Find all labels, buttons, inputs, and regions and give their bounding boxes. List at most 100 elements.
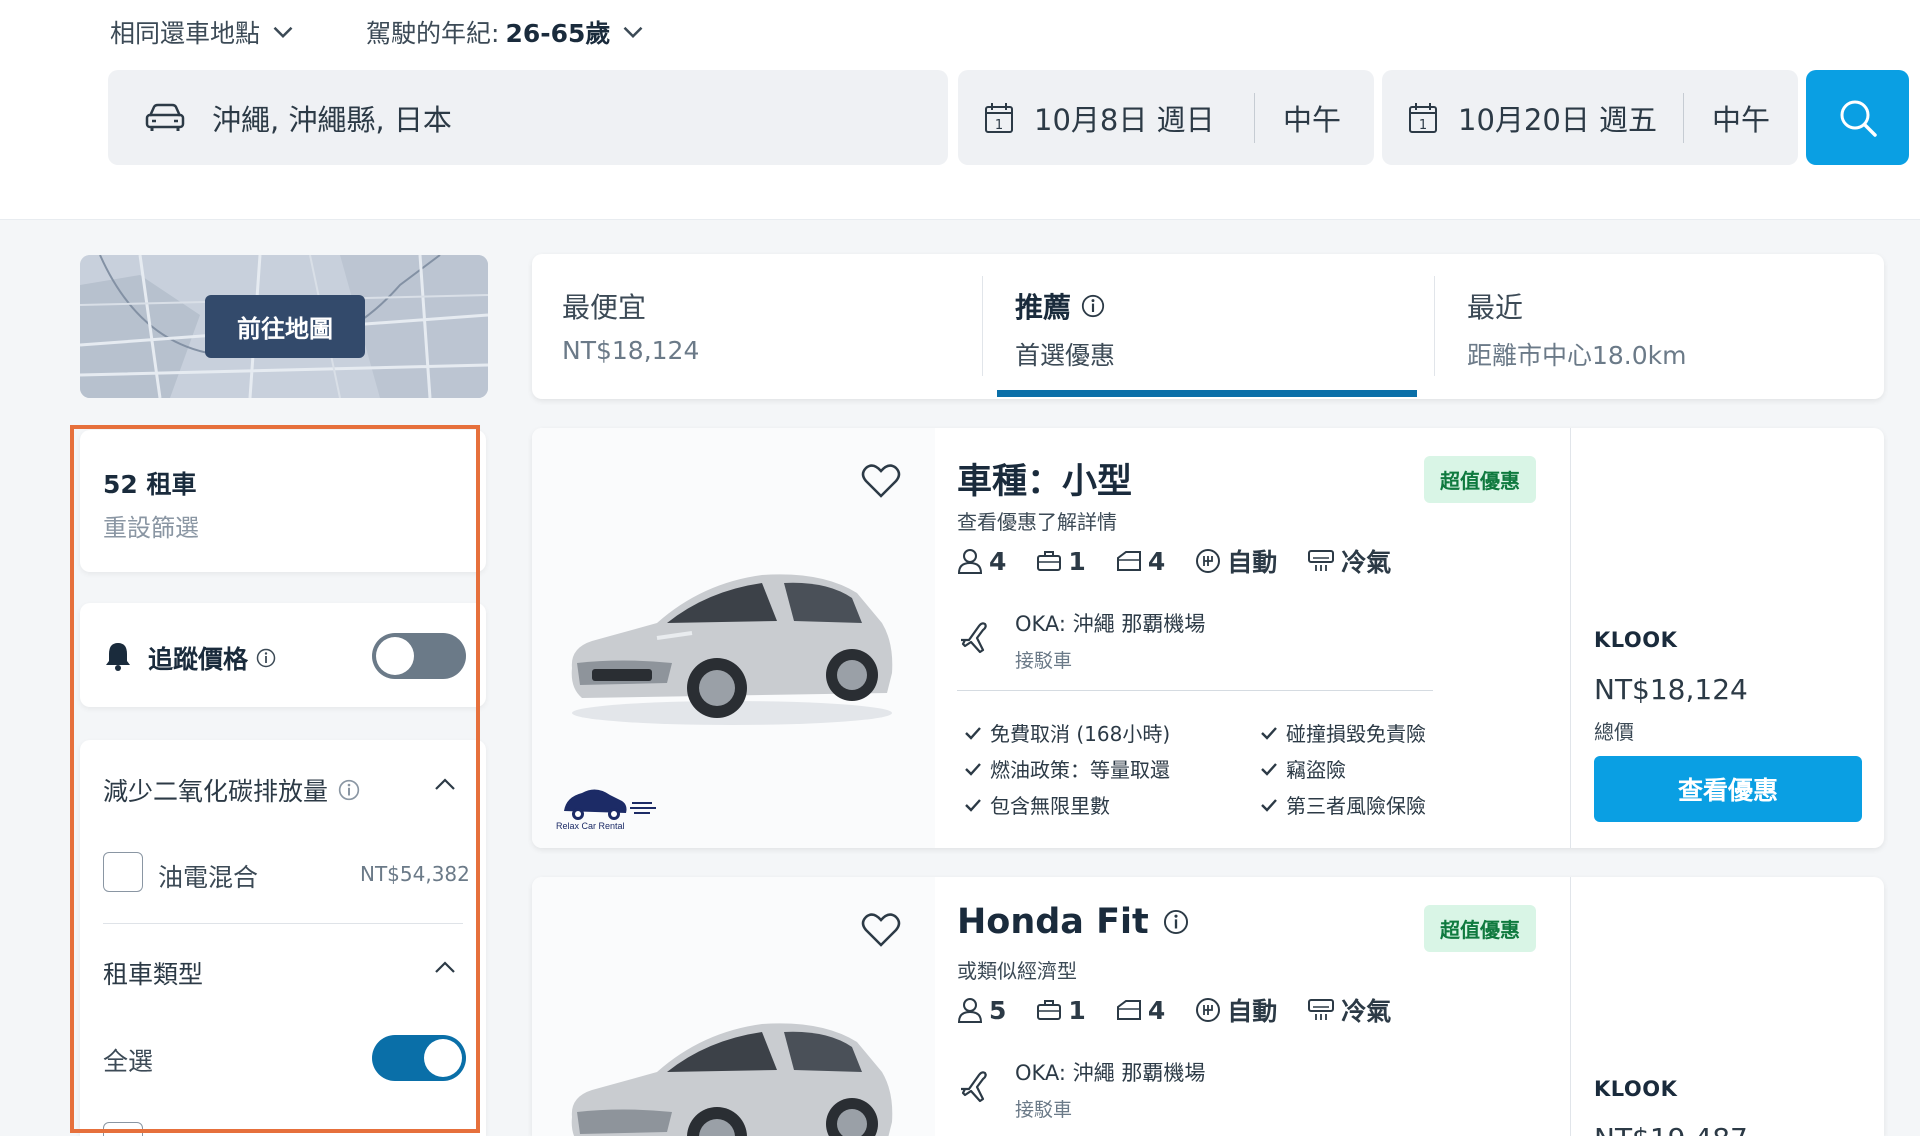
go-to-map-button[interactable]: 前往地圖	[205, 295, 365, 358]
great-deal-badge: 超值優惠	[1424, 456, 1536, 503]
dropoff-time[interactable]: 中午	[1712, 97, 1770, 139]
checkmark-icon	[965, 798, 981, 812]
transmission-value: 自動	[1227, 997, 1278, 1026]
small-bags-value: 1	[1068, 995, 1086, 1025]
search-button[interactable]	[1806, 70, 1909, 165]
tab-label: 推薦	[1015, 291, 1072, 324]
checkmark-icon	[965, 726, 981, 740]
bag-icon	[1037, 551, 1062, 571]
aircon-value: 冷氣	[1341, 997, 1392, 1026]
feature-item: 竊盜險	[1260, 754, 1346, 783]
large-bags-value: 4	[1147, 546, 1166, 576]
gearbox-icon	[1196, 998, 1221, 1022]
tab-recommended[interactable]: 推薦 首選優惠	[1015, 286, 1115, 372]
calendar-icon: 1	[985, 102, 1013, 133]
search-icon	[1840, 100, 1877, 137]
checkmark-icon	[1261, 762, 1277, 776]
heart-icon[interactable]	[860, 909, 902, 949]
tab-sub: 距離市中心18.0km	[1467, 341, 1687, 370]
feature-item: 免費取消 (168小時)	[964, 718, 1170, 747]
person-icon	[957, 998, 983, 1023]
price: NT$18,124	[1594, 673, 1748, 706]
tab-label: 最便宜	[562, 291, 647, 324]
tab-label: 最近	[1467, 291, 1524, 324]
small-bag-spec: 1	[1036, 995, 1086, 1025]
calendar-icon: 1	[1409, 102, 1437, 133]
great-deal-badge: 超值優惠	[1424, 905, 1536, 952]
car-subtitle: 或類似經濟型	[957, 959, 1077, 983]
gearbox-icon	[1196, 549, 1221, 573]
feature-text: 第三者風險保險	[1286, 794, 1426, 818]
map-preview[interactable]: 前往地圖	[80, 255, 488, 398]
person-icon	[957, 549, 983, 574]
seats-spec: 5	[957, 996, 1006, 1025]
checkmark-icon	[1261, 726, 1277, 740]
heart-icon[interactable]	[860, 460, 902, 500]
chevron-down-icon	[624, 26, 643, 39]
aircon-value: 冷氣	[1341, 548, 1392, 577]
car-image	[571, 574, 893, 725]
air-conditioning-icon	[1308, 999, 1335, 1020]
feature-item: 第三者風險保險	[1260, 790, 1426, 819]
pickup-type: 接駁車	[1015, 650, 1073, 672]
provider-name: KLOOK	[1594, 1077, 1678, 1101]
divider	[1570, 428, 1571, 848]
provider-name: KLOOK	[1594, 628, 1678, 652]
air-conditioning-icon	[1308, 550, 1335, 571]
calendar-day: 1	[995, 118, 1003, 133]
divider	[1570, 877, 1571, 1136]
car-specs: 4 1 4 自動 冷氣	[957, 543, 1421, 579]
feature-text: 免費取消 (168小時)	[990, 722, 1171, 746]
airplane-icon	[961, 622, 987, 654]
location-field[interactable]: 沖繩, 沖繩縣, 日本	[108, 70, 948, 165]
price-note: 總價	[1594, 720, 1634, 744]
feature-item: 碰撞損毀免責險	[1260, 718, 1426, 747]
car-image	[571, 1023, 893, 1136]
logo-text: Relax Car Rental	[556, 821, 625, 831]
car-icon	[145, 103, 185, 131]
pickup-date: 10月8日 週日	[1034, 102, 1215, 137]
tab-nearest[interactable]: 最近 距離市中心18.0km	[1467, 286, 1687, 372]
tab-cheapest[interactable]: 最便宜 NT$18,124	[562, 286, 699, 365]
divider	[982, 276, 983, 376]
checkmark-icon	[1261, 798, 1277, 812]
search-header: 相同還車地點 駕駛的年紀: 26-65歲 沖繩, 沖繩縣, 日本 1 10月8日…	[0, 0, 1920, 220]
checkmark-icon	[965, 762, 981, 776]
pickup-location: OKA: 沖繩 那覇機場	[1015, 1061, 1206, 1085]
pickup-info: OKA: 沖繩 那覇機場 接駁車	[957, 1057, 1205, 1122]
car-result-card: Relax Car Rental 車種：小型 超值優惠 查看優惠了解詳情 4 1…	[532, 428, 1884, 848]
pickup-location: OKA: 沖繩 那覇機場	[1015, 612, 1206, 636]
driver-age-dropdown[interactable]: 駕駛的年紀: 26-65歲	[366, 14, 650, 50]
transmission-value: 自動	[1227, 548, 1278, 577]
feature-text: 竊盜險	[1286, 758, 1346, 782]
large-bags-value: 4	[1147, 995, 1166, 1025]
pickup-time[interactable]: 中午	[1283, 97, 1341, 139]
feature-item: 包含無限里數	[964, 790, 1110, 819]
pickup-info: OKA: 沖繩 那覇機場 接駁車	[957, 608, 1205, 673]
feature-text: 包含無限里數	[990, 794, 1110, 818]
car-title-text: 車種：小型	[957, 462, 1133, 502]
divider	[1434, 276, 1435, 376]
divider	[957, 690, 1433, 691]
feature-item: 燃油政策：等量取還	[964, 754, 1170, 783]
door-icon	[1116, 1000, 1141, 1020]
location-value: 沖繩, 沖繩縣, 日本	[212, 102, 452, 137]
info-icon[interactable]	[1163, 909, 1189, 935]
info-icon[interactable]	[1081, 294, 1105, 318]
transmission-spec: 自動	[1195, 992, 1277, 1028]
transmission-spec: 自動	[1195, 543, 1277, 579]
feature-text: 燃油政策：等量取還	[990, 758, 1170, 782]
seats-value: 4	[989, 546, 1007, 576]
car-specs: 5 1 4 自動 冷氣	[957, 992, 1421, 1028]
dropoff-date-field[interactable]: 1 10月20日 週五 中午	[1382, 70, 1798, 165]
return-location-dropdown[interactable]: 相同還車地點	[110, 14, 300, 50]
dropoff-date: 10月20日 週五	[1458, 102, 1658, 137]
active-tab-indicator	[997, 390, 1417, 397]
pickup-date-field[interactable]: 1 10月8日 週日 中午	[958, 70, 1374, 165]
car-title-text: Honda Fit	[957, 902, 1149, 942]
relax-car-rental-logo: Relax Car Rental	[556, 789, 656, 831]
view-deal-button[interactable]: 查看優惠	[1594, 756, 1862, 822]
driver-age-value: 26-65歲	[505, 19, 611, 48]
filter-highlight-frame	[70, 425, 480, 1133]
car-title: 車種：小型	[957, 453, 1132, 504]
